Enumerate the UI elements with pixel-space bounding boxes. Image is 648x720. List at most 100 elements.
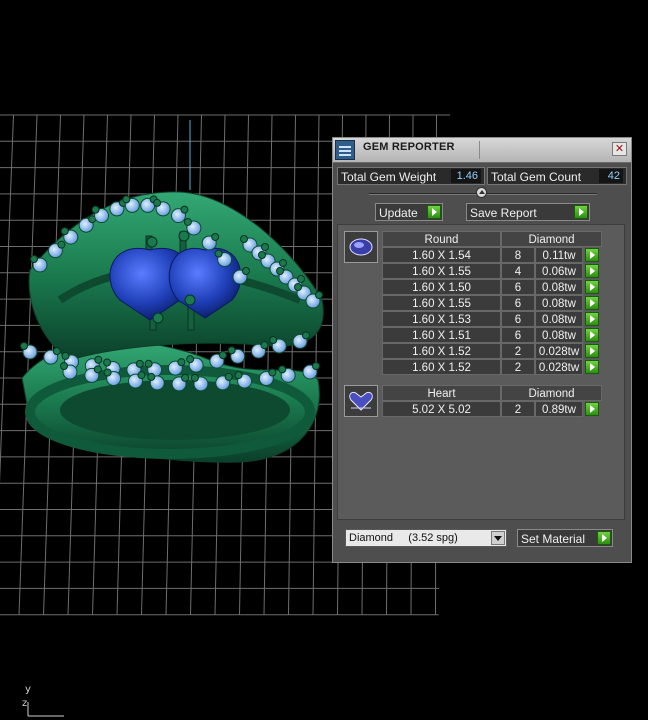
select-gem-row-button[interactable]: [585, 264, 599, 278]
close-button[interactable]: ✕: [612, 142, 627, 156]
group-shape-header: Heart: [382, 385, 501, 401]
stone-prong: [94, 355, 103, 364]
gem-count-cell: 2: [501, 343, 535, 359]
total-gem-count-value: 42: [599, 169, 623, 183]
stone-prong: [60, 362, 68, 370]
material-dropdown[interactable]: Diamond (3.52 spg): [345, 529, 507, 547]
gem-list[interactable]: Round Diamond 1.60 X 1.54 8 0.11tw 1.60 X 1.5…: [337, 224, 625, 520]
gem-size-cell: 1.60 X 1.54: [382, 247, 501, 263]
gem-weight-cell: 0.08tw: [535, 295, 583, 311]
dropdown-arrow-icon: [491, 531, 505, 545]
gem-size-cell: 5.02 X 5.02: [382, 401, 501, 417]
stone-prong: [177, 358, 186, 367]
select-gem-row-button[interactable]: [585, 344, 599, 358]
select-gem-row-button[interactable]: [585, 296, 599, 310]
stone-prong: [181, 373, 190, 382]
set-material-button[interactable]: Set Material: [517, 529, 613, 547]
stone-prong: [214, 249, 223, 258]
gem-count-cell: 8: [501, 247, 535, 263]
stone-prong: [258, 251, 266, 259]
play-arrow-icon: [597, 531, 611, 545]
panel-titlebar[interactable]: GEM REPORTER ✕: [333, 138, 631, 163]
save-report-label: Save Report: [470, 206, 537, 220]
gem-weight-cell: 0.08tw: [535, 279, 583, 295]
gem-size-cell: 1.60 X 1.52: [382, 343, 501, 359]
stone-prong: [268, 368, 277, 377]
material-selected-value: Diamond (3.52 spg): [349, 532, 458, 544]
gem-count-cell: 4: [501, 263, 535, 279]
total-gem-count-text: Total Gem Count: [491, 170, 582, 184]
gem-size-cell: 1.60 X 1.55: [382, 263, 501, 279]
total-gem-weight-text: Total Gem Weight: [341, 170, 437, 184]
group-material-header: Diamond: [501, 385, 602, 401]
stone-prong: [147, 372, 156, 381]
gem-count-cell: 2: [501, 401, 535, 417]
stone-prong: [183, 217, 192, 226]
stone-prong: [30, 255, 38, 263]
ring-model: [20, 191, 324, 463]
gem-weight-cell: 0.028tw: [535, 359, 583, 375]
stone-prong: [91, 205, 100, 214]
stone-prong: [103, 368, 112, 377]
gem-count-cell: 6: [501, 279, 535, 295]
save-report-button[interactable]: Save Report: [466, 203, 590, 221]
collapse-toggle-icon[interactable]: [476, 187, 487, 198]
title-separator: [479, 141, 480, 159]
stone-prong: [227, 346, 236, 355]
gem-size-cell: 1.60 X 1.51: [382, 327, 501, 343]
select-gem-row-button[interactable]: [585, 402, 599, 416]
stone-prong: [135, 359, 144, 368]
gem-reporter-icon: [335, 140, 355, 160]
gem-weight-cell: 0.08tw: [535, 311, 583, 327]
stone-prong: [279, 259, 287, 267]
stone-prong: [137, 371, 146, 380]
stone-prong: [52, 347, 61, 356]
gem-reporter-panel: GEM REPORTER ✕ Total Gem Weight 1.46 Tot…: [332, 137, 632, 563]
round-gem-icon[interactable]: [344, 231, 378, 263]
stone-prong: [153, 198, 162, 207]
select-gem-row-button[interactable]: [585, 312, 599, 326]
gem-size-cell: 1.60 X 1.52: [382, 359, 501, 375]
select-gem-row-button[interactable]: [585, 248, 599, 262]
stone-prong: [278, 365, 287, 374]
gem-size-cell: 1.60 X 1.50: [382, 279, 501, 295]
gem-weight-cell: 0.06tw: [535, 263, 583, 279]
stone-prong: [190, 373, 199, 382]
panel-title: GEM REPORTER: [363, 141, 455, 153]
gem-count-cell: 6: [501, 311, 535, 327]
stone-prong: [260, 341, 269, 350]
update-button[interactable]: Update: [375, 203, 443, 221]
update-label: Update: [379, 206, 418, 220]
gem-size-cell: 1.60 X 1.55: [382, 295, 501, 311]
gem-weight-cell: 0.08tw: [535, 327, 583, 343]
stone-prong: [20, 342, 28, 350]
stone-prong: [144, 359, 153, 368]
stone-prong: [103, 358, 112, 367]
stone-prong: [302, 331, 310, 340]
select-gem-row-button[interactable]: [585, 280, 599, 294]
stone-prong: [297, 275, 305, 283]
gem-count-cell: 6: [501, 295, 535, 311]
play-arrow-icon: [574, 205, 588, 219]
stone-prong: [61, 351, 70, 360]
heart-gem-icon[interactable]: [344, 385, 378, 417]
gem-count-cell: 6: [501, 327, 535, 343]
stone-prong: [57, 240, 66, 249]
group-material-header: Diamond: [501, 231, 602, 247]
select-gem-row-button[interactable]: [585, 360, 599, 374]
select-gem-row-button[interactable]: [585, 328, 599, 342]
gem-weight-cell: 0.028tw: [535, 343, 583, 359]
gem-count-cell: 2: [501, 359, 535, 375]
stone-prong: [180, 205, 189, 214]
stone-prong: [224, 372, 233, 381]
stone-prong: [122, 195, 131, 204]
stone-prong: [186, 355, 195, 364]
stone-prong: [211, 232, 220, 241]
total-gem-weight-value: 1.46: [451, 169, 481, 183]
stone-prong: [312, 362, 320, 370]
axis-gizmo: [27, 702, 64, 717]
stone-prong: [60, 227, 69, 236]
stone-prong: [240, 235, 248, 243]
gem-weight-cell: 0.11tw: [535, 247, 583, 263]
gem-size-cell: 1.60 X 1.53: [382, 311, 501, 327]
